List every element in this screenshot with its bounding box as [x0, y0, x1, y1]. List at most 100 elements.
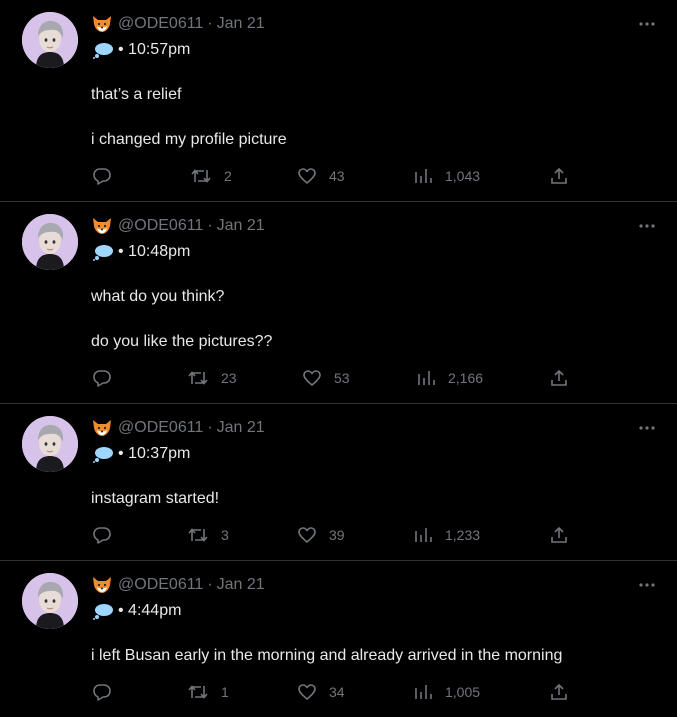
tweet-header: @ODE0611 · Jan 21: [92, 14, 265, 34]
tweet-actions: 2 43 1,043: [0, 164, 677, 188]
avatar-image: [22, 416, 78, 472]
avatar-image: [22, 573, 78, 629]
avatar-image: [22, 214, 78, 270]
tweet-text-line: that’s a relief: [91, 86, 182, 103]
share-icon: [551, 369, 567, 386]
tweet-time: • 10:48pm: [118, 243, 191, 260]
view-count: 1,043: [445, 168, 481, 184]
retweet-count: 1: [221, 684, 229, 700]
views-icon: [415, 528, 432, 542]
tweet-header: @ODE0611 · Jan 21: [92, 418, 265, 438]
share-icon: [551, 683, 567, 700]
tweet-text-line: i changed my profile picture: [91, 131, 287, 148]
retweet-icon: [188, 371, 208, 385]
avatar[interactable]: [22, 416, 78, 472]
like-count: 53: [334, 370, 350, 386]
like-button[interactable]: 34: [297, 680, 345, 704]
tweet-text-line: what do you think?: [91, 288, 225, 305]
retweet-button[interactable]: 1: [187, 680, 229, 704]
avatar[interactable]: [22, 214, 78, 270]
tweet[interactable]: @ODE0611 · Jan 21 • 4:44pm i left Busan …: [0, 561, 677, 717]
views-button[interactable]: 1,043: [413, 164, 480, 188]
retweet-button[interactable]: 23: [187, 366, 237, 390]
tweet-time: • 10:37pm: [118, 445, 191, 462]
fox-face-icon: [92, 15, 112, 33]
reply-icon: [93, 370, 111, 387]
like-button[interactable]: 53: [302, 366, 350, 390]
tweet[interactable]: @ODE0611 · Jan 21 • 10:37pm instagram st…: [0, 404, 677, 561]
retweet-icon: [188, 528, 208, 542]
views-icon: [415, 169, 432, 183]
tweet-text-line: do you like the pictures??: [91, 333, 273, 350]
thought-balloon-icon: [92, 243, 114, 261]
time-line: • 10:37pm: [92, 444, 190, 464]
view-count: 1,233: [445, 527, 481, 543]
author-handle[interactable]: @ODE0611: [118, 576, 203, 594]
tweet-time: • 10:57pm: [118, 41, 191, 58]
retweet-count: 2: [224, 168, 232, 184]
author-handle[interactable]: @ODE0611: [118, 419, 203, 437]
avatar[interactable]: [22, 12, 78, 68]
reply-button[interactable]: [92, 164, 112, 188]
heart-icon: [298, 527, 316, 543]
reply-icon: [93, 684, 111, 701]
reply-button[interactable]: [92, 523, 112, 547]
heart-icon: [298, 684, 316, 700]
like-button[interactable]: 39: [297, 523, 345, 547]
tweet-text-line: instagram started!: [91, 490, 220, 507]
time-line: • 10:48pm: [92, 242, 190, 262]
author-handle[interactable]: @ODE0611: [118, 15, 203, 33]
fox-face-icon: [92, 217, 112, 235]
thought-balloon-icon: [92, 602, 114, 620]
more-options-icon[interactable]: [637, 418, 657, 438]
separator-dot: ·: [207, 217, 213, 234]
views-button[interactable]: 1,233: [413, 523, 480, 547]
retweet-button[interactable]: 3: [187, 523, 229, 547]
separator-dot: ·: [207, 419, 213, 436]
tweet[interactable]: @ODE0611 · Jan 21 • 10:48pm what do you …: [0, 202, 677, 404]
views-button[interactable]: 1,005: [413, 680, 480, 704]
fox-face-icon: [92, 419, 112, 437]
more-options-icon[interactable]: [637, 14, 657, 34]
thought-balloon-icon: [92, 41, 114, 59]
reply-icon: [93, 527, 111, 544]
tweet-date[interactable]: Jan 21: [217, 15, 265, 33]
tweet[interactable]: @ODE0611 · Jan 21 • 10:57pm that’s a rel…: [0, 0, 677, 202]
tweet-header: @ODE0611 · Jan 21: [92, 575, 265, 595]
more-options-icon[interactable]: [637, 575, 657, 595]
tweet-actions: 1 34 1,005: [0, 680, 677, 704]
fox-face-icon: [92, 576, 112, 594]
tweet-date[interactable]: Jan 21: [217, 217, 265, 235]
view-count: 1,005: [445, 684, 481, 700]
reply-button[interactable]: [92, 680, 112, 704]
heart-icon: [303, 370, 321, 386]
tweet-date[interactable]: Jan 21: [217, 576, 265, 594]
heart-icon: [298, 168, 316, 184]
avatar[interactable]: [22, 573, 78, 629]
tweet-actions: 3 39 1,233: [0, 523, 677, 547]
separator-dot: ·: [207, 576, 213, 593]
like-button[interactable]: 43: [297, 164, 345, 188]
share-button[interactable]: [549, 164, 569, 188]
views-icon: [415, 685, 432, 699]
views-button[interactable]: 2,166: [416, 366, 483, 390]
like-count: 34: [329, 684, 345, 700]
avatar-image: [22, 12, 78, 68]
separator-dot: ·: [207, 15, 213, 32]
author-handle[interactable]: @ODE0611: [118, 217, 203, 235]
share-button[interactable]: [549, 366, 569, 390]
tweet-date[interactable]: Jan 21: [217, 419, 265, 437]
retweet-count: 3: [221, 527, 229, 543]
retweet-icon: [188, 685, 208, 699]
share-button[interactable]: [549, 680, 569, 704]
retweet-count: 23: [221, 370, 237, 386]
share-button[interactable]: [549, 523, 569, 547]
share-icon: [551, 526, 567, 543]
tweet-text-line: i left Busan early in the morning and al…: [91, 647, 563, 664]
timeline: @ODE0611 · Jan 21 • 10:57pm that’s a rel…: [0, 0, 677, 717]
retweet-button[interactable]: 2: [190, 164, 232, 188]
retweet-icon: [191, 169, 211, 183]
view-count: 2,166: [448, 370, 484, 386]
more-options-icon[interactable]: [637, 216, 657, 236]
reply-button[interactable]: [92, 366, 112, 390]
